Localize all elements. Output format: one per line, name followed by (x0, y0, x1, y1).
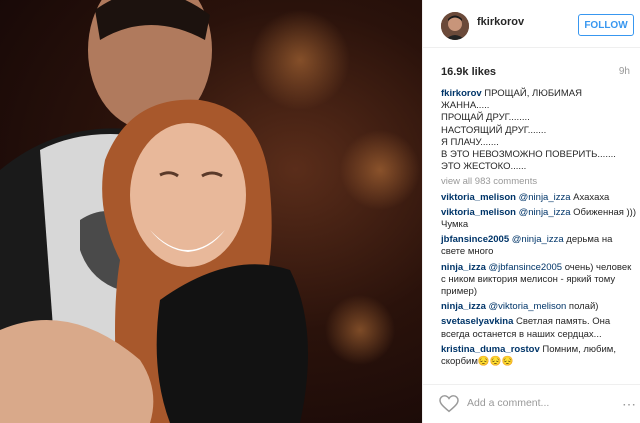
avatar[interactable] (441, 12, 469, 40)
caption-line: ЭТО ЖЕСТОКО...... (441, 161, 527, 173)
comment-text: Ахахаха (570, 191, 610, 203)
caption-line: Я ПЛАЧУ....... (441, 136, 499, 148)
comment-username[interactable]: svetaselyavkina (441, 316, 513, 327)
comment: jbfansince2005 @ninja_izza дерьма на све… (441, 234, 637, 258)
instagram-post: fkirkorov FOLLOW 16.9k likes 9h fkirkoro… (0, 0, 640, 423)
comment: ninja_izza @viktoria_melison полай) (441, 301, 637, 313)
comment: kristina_duma_rostov Помним, любим, скор… (441, 344, 637, 368)
post-time: 9h (618, 66, 630, 77)
view-all-comments-link[interactable]: view all 983 comments (441, 176, 637, 188)
comment-username[interactable]: viktoria_melison (441, 192, 516, 203)
post-photo[interactable] (0, 0, 422, 423)
caption-line: ЖАННА..... (441, 100, 490, 112)
caption-line: ПРОЩАЙ ДРУГ........ (441, 112, 530, 124)
photo-illustration (0, 0, 420, 423)
add-comment-input[interactable]: Add a comment... (467, 397, 617, 409)
comment-text: полай) (566, 301, 599, 313)
comments-list: fkirkorov ПРОЩАЙ, ЛЮБИМАЯ ЖАННА..... ПРО… (441, 88, 637, 371)
avatar-image (441, 12, 469, 40)
comment-username[interactable]: ninja_izza (441, 301, 486, 312)
post-username[interactable]: fkirkorov (477, 16, 524, 28)
caption-line: НАСТОЯЩИЙ ДРУГ....... (441, 124, 547, 136)
comment: svetaselyavkina Светлая память. Она всег… (441, 316, 637, 340)
caption-line: В ЭТО НЕВОЗМОЖНО ПОВЕРИТЬ....... (441, 149, 616, 161)
caption: fkirkorov ПРОЩАЙ, ЛЮБИМАЯ ЖАННА..... ПРО… (441, 88, 637, 173)
comment: viktoria_melison @ninja_izza Ахахаха (441, 192, 637, 204)
post-side-panel: fkirkorov FOLLOW 16.9k likes 9h fkirkoro… (422, 0, 640, 423)
post-footer: Add a comment... ⋯ (423, 384, 640, 423)
heart-icon[interactable] (439, 395, 459, 413)
more-options-icon[interactable]: ⋯ (621, 395, 637, 415)
post-header: fkirkorov FOLLOW (423, 0, 640, 48)
comment-username[interactable]: viktoria_melison (441, 207, 516, 218)
likes-count[interactable]: 16.9k likes (441, 66, 496, 78)
comment-mention[interactable]: @jbfansince2005 (489, 262, 563, 273)
caption-line: ПРОЩАЙ, ЛЮБИМАЯ (484, 88, 582, 99)
comment-mention[interactable]: @ninja_izza (519, 207, 571, 218)
caption-username[interactable]: fkirkorov (441, 88, 482, 99)
comment-mention[interactable]: @ninja_izza (512, 234, 564, 245)
comment-username[interactable]: ninja_izza (441, 262, 486, 273)
follow-button[interactable]: FOLLOW (578, 14, 634, 36)
comment: viktoria_melison @ninja_izza Обиженная )… (441, 207, 637, 231)
comment-mention[interactable]: @ninja_izza (519, 192, 571, 203)
comment: ninja_izza @jbfansince2005 очень) челове… (441, 262, 637, 299)
comment-mention[interactable]: @viktoria_melison (489, 301, 567, 312)
comment-username[interactable]: jbfansince2005 (441, 234, 509, 245)
comment-username[interactable]: kristina_duma_rostov (441, 344, 540, 355)
